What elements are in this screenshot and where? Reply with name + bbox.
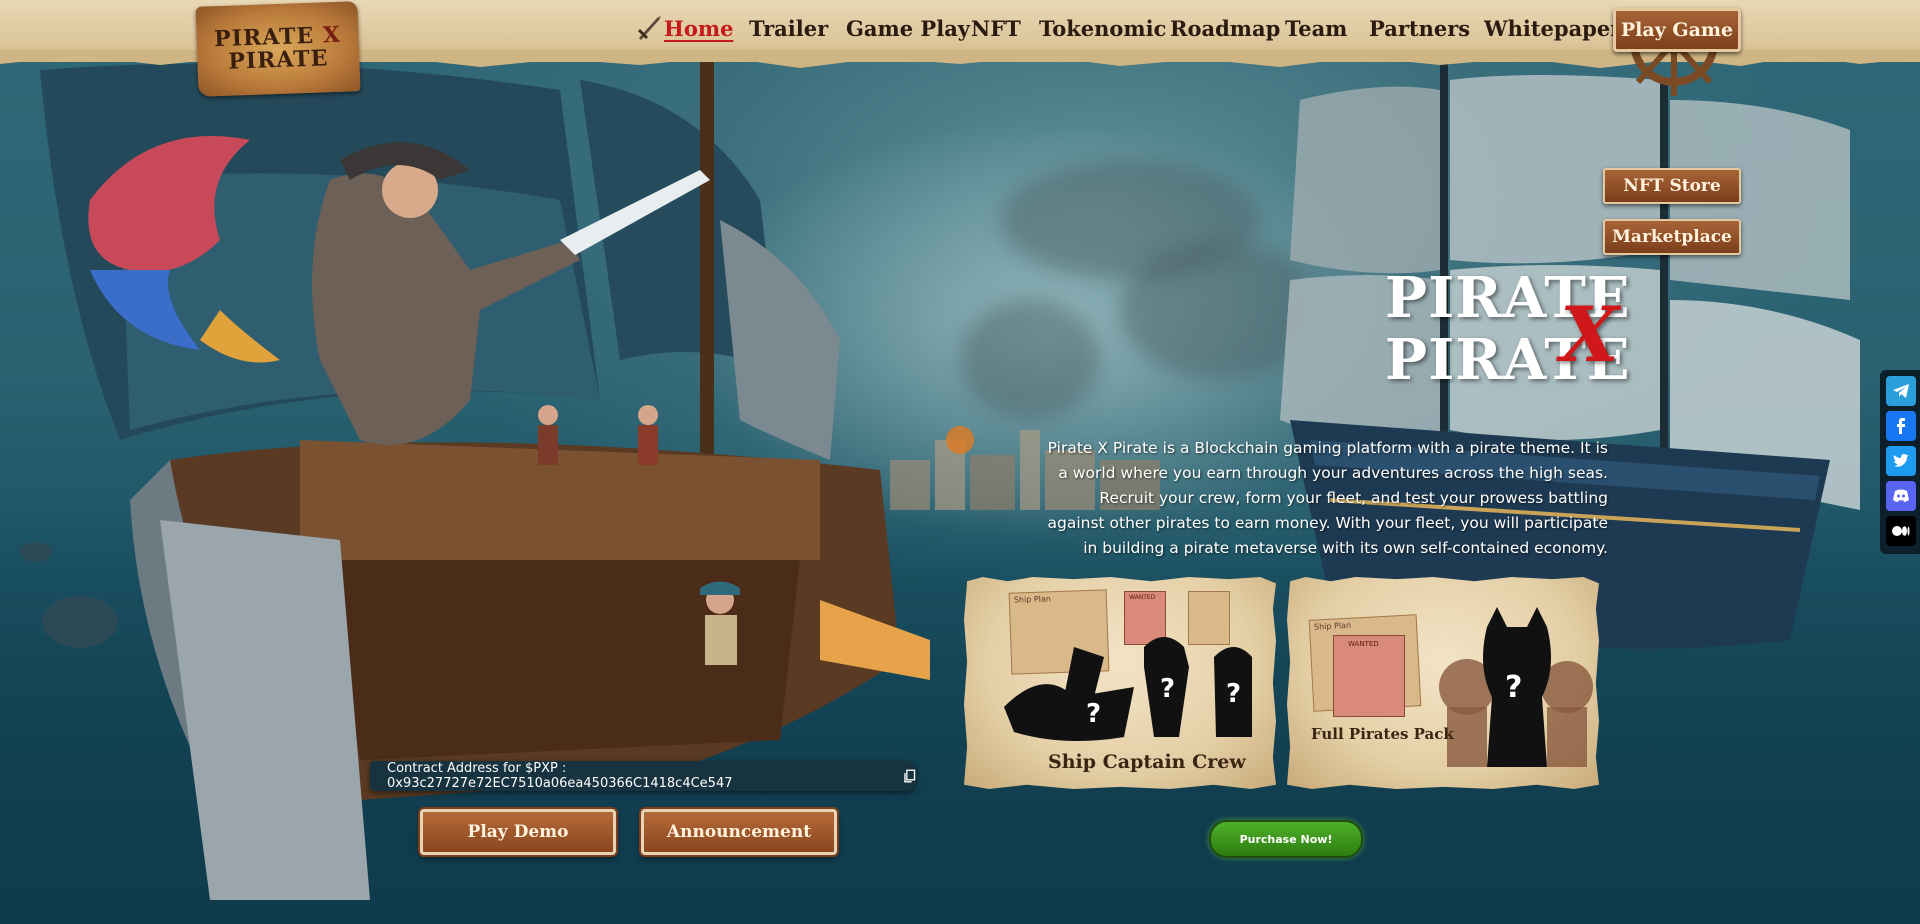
card-ship-captain-crew[interactable]: Ship Plan WANTED ? ? ? Ship Captain Crew — [964, 577, 1276, 789]
marketplace-button[interactable]: Marketplace — [1603, 219, 1741, 255]
contract-address-text: Contract Address for $PXP : 0x93c27727e7… — [387, 761, 733, 791]
discord-icon[interactable] — [1886, 481, 1916, 511]
hero-description: Pirate X Pirate is a Blockchain gaming p… — [1047, 439, 1609, 557]
announcement-button[interactable]: Announcement — [641, 809, 837, 855]
card-label: Ship Captain Crew — [1048, 751, 1246, 773]
twitter-icon[interactable] — [1886, 446, 1916, 476]
site-logo[interactable]: PIRATE X PIRATE — [195, 1, 361, 97]
contract-address-bar: Contract Address for $PXP : 0x93c27727e7… — [370, 761, 916, 791]
nav-tokenomic[interactable]: Tokenomic — [1039, 16, 1166, 41]
hero-title: PIRATE PIRATE X — [1385, 268, 1630, 408]
wanted-label: WANTED — [1348, 640, 1379, 648]
logo-text-bottom: PIRATE — [227, 45, 329, 75]
foreground-ship-illustration — [20, 50, 930, 900]
svg-text:?: ? — [1226, 679, 1241, 709]
nav-partners[interactable]: Partners — [1369, 16, 1470, 41]
sword-icon — [637, 16, 661, 40]
nav-roadmap[interactable]: Roadmap — [1170, 16, 1280, 41]
nav-nft[interactable]: NFT — [971, 16, 1021, 41]
nav-game-play[interactable]: Game Play — [846, 16, 970, 41]
ship-plan-label: Ship Plan — [1013, 594, 1052, 605]
telegram-icon[interactable] — [1886, 376, 1916, 406]
card-label: Full Pirates Pack — [1311, 725, 1454, 743]
play-game-button[interactable]: Play Game — [1613, 8, 1741, 52]
purchase-now-button[interactable]: Purchase Now! — [1209, 820, 1363, 858]
background-scene — [0, 0, 1920, 924]
play-demo-button[interactable]: Play Demo — [420, 809, 616, 855]
wanted-label: WANTED — [1129, 594, 1156, 601]
crew-silhouette-illustration: ? ? ? — [1004, 637, 1252, 741]
pirate-pack-silhouette-illustration: ? — [1439, 607, 1593, 767]
social-bar — [1880, 370, 1920, 554]
nav-trailer[interactable]: Trailer — [749, 16, 828, 41]
hero-title-x: X — [1560, 290, 1619, 379]
wanted-poster: WANTED — [1333, 635, 1405, 717]
medium-icon[interactable] — [1886, 516, 1916, 546]
nav-whitepaper[interactable]: Whitepaper — [1484, 16, 1621, 41]
copy-icon[interactable] — [903, 769, 916, 783]
facebook-icon[interactable] — [1886, 411, 1916, 441]
card-full-pirates-pack[interactable]: Ship Plan WANTED ? Full Pirates Pack — [1287, 577, 1599, 789]
nft-store-button[interactable]: NFT Store — [1603, 168, 1741, 204]
ship-plan-label: Ship Plan — [1313, 620, 1352, 632]
svg-text:?: ? — [1160, 674, 1175, 704]
nav-team[interactable]: Team — [1285, 16, 1347, 41]
svg-text:?: ? — [1505, 670, 1522, 705]
svg-text:?: ? — [1086, 699, 1101, 729]
nav-home[interactable]: Home — [664, 16, 733, 41]
